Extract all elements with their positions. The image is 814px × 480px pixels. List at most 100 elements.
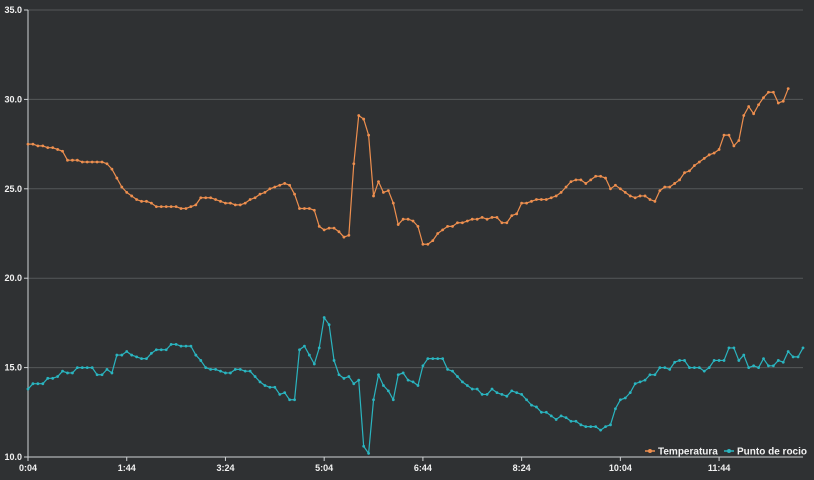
data-point-temperatura bbox=[174, 205, 178, 209]
data-point-punto-de-rocio bbox=[135, 355, 139, 359]
data-point-punto-de-rocio bbox=[683, 359, 686, 362]
data-point-temperatura bbox=[317, 224, 321, 228]
y-tick-label: 25.0 bbox=[4, 184, 22, 194]
data-point-temperatura bbox=[56, 148, 60, 151]
data-point-punto-de-rocio bbox=[303, 344, 306, 348]
data-point-temperatura bbox=[243, 201, 247, 205]
data-point-punto-de-rocio bbox=[678, 359, 681, 362]
data-point-punto-de-rocio bbox=[391, 398, 395, 402]
data-point-temperatura bbox=[268, 187, 272, 191]
data-point-temperatura bbox=[781, 99, 785, 103]
x-tick-label: 1:44 bbox=[118, 463, 136, 473]
data-point-temperatura bbox=[95, 160, 99, 164]
data-point-temperatura bbox=[396, 223, 400, 226]
data-point-punto-de-rocio bbox=[712, 359, 716, 362]
data-point-temperatura bbox=[238, 203, 242, 207]
data-point-punto-de-rocio bbox=[757, 366, 760, 369]
data-point-temperatura bbox=[164, 205, 168, 209]
data-point-punto-de-rocio bbox=[752, 364, 756, 368]
data-point-punto-de-rocio bbox=[589, 425, 593, 428]
data-point-punto-de-rocio bbox=[495, 391, 499, 395]
data-point-punto-de-rocio bbox=[243, 369, 247, 373]
data-point-punto-de-rocio bbox=[194, 353, 198, 357]
data-point-temperatura bbox=[628, 194, 632, 198]
data-point-temperatura bbox=[638, 194, 642, 198]
data-point-temperatura bbox=[697, 160, 701, 164]
data-point-punto-de-rocio bbox=[776, 359, 780, 362]
data-point-temperatura bbox=[125, 190, 129, 194]
data-point-punto-de-rocio bbox=[628, 391, 632, 395]
data-point-temperatura bbox=[298, 207, 301, 210]
data-point-temperatura bbox=[495, 216, 499, 219]
data-point-temperatura bbox=[327, 226, 331, 230]
data-point-punto-de-rocio bbox=[396, 373, 400, 377]
chart-background bbox=[0, 0, 814, 480]
data-point-temperatura bbox=[41, 144, 45, 148]
data-point-punto-de-rocio bbox=[717, 359, 721, 362]
data-point-punto-de-rocio bbox=[159, 348, 163, 352]
data-point-temperatura bbox=[189, 205, 193, 209]
data-point-temperatura bbox=[347, 233, 351, 237]
data-point-punto-de-rocio bbox=[406, 378, 410, 382]
data-point-punto-de-rocio bbox=[653, 373, 657, 377]
data-point-temperatura bbox=[707, 153, 711, 157]
data-point-temperatura bbox=[722, 133, 726, 137]
data-point-punto-de-rocio bbox=[436, 357, 440, 361]
data-point-punto-de-rocio bbox=[125, 350, 129, 353]
data-point-punto-de-rocio bbox=[781, 360, 785, 364]
data-point-punto-de-rocio bbox=[228, 371, 232, 375]
data-point-punto-de-rocio bbox=[312, 362, 316, 366]
data-point-temperatura bbox=[386, 189, 390, 192]
data-point-punto-de-rocio bbox=[732, 346, 736, 350]
data-point-temperatura bbox=[678, 178, 681, 182]
data-point-temperatura bbox=[737, 139, 741, 142]
x-tick-label: 5:04 bbox=[315, 463, 333, 473]
data-point-punto-de-rocio bbox=[90, 366, 94, 369]
data-point-temperatura bbox=[332, 226, 336, 230]
data-point-temperatura bbox=[253, 196, 257, 200]
data-point-punto-de-rocio bbox=[357, 378, 361, 382]
data-point-punto-de-rocio bbox=[184, 344, 188, 348]
data-point-temperatura bbox=[618, 187, 622, 191]
data-point-punto-de-rocio bbox=[618, 398, 622, 402]
data-point-temperatura bbox=[673, 182, 677, 185]
data-point-punto-de-rocio bbox=[204, 366, 208, 369]
data-point-punto-de-rocio bbox=[179, 344, 183, 348]
data-point-punto-de-rocio bbox=[549, 414, 553, 418]
data-point-punto-de-rocio bbox=[594, 425, 598, 428]
data-point-temperatura bbox=[209, 196, 213, 200]
data-point-punto-de-rocio bbox=[480, 393, 484, 396]
data-point-temperatura bbox=[322, 228, 326, 232]
data-point-punto-de-rocio bbox=[490, 387, 494, 391]
data-point-temperatura bbox=[31, 142, 35, 146]
data-point-temperatura bbox=[307, 207, 311, 210]
data-point-temperatura bbox=[441, 228, 445, 232]
data-point-punto-de-rocio bbox=[609, 423, 612, 427]
data-point-punto-de-rocio bbox=[599, 428, 603, 432]
data-point-temperatura bbox=[120, 185, 124, 189]
data-point-punto-de-rocio bbox=[485, 393, 489, 396]
data-point-temperatura bbox=[154, 205, 158, 209]
data-point-temperatura bbox=[145, 199, 148, 203]
data-point-punto-de-rocio bbox=[61, 369, 64, 373]
data-point-punto-de-rocio bbox=[307, 353, 311, 357]
data-point-punto-de-rocio bbox=[564, 416, 568, 420]
data-point-punto-de-rocio bbox=[66, 371, 69, 375]
data-point-punto-de-rocio bbox=[80, 366, 84, 369]
data-point-temperatura bbox=[614, 183, 617, 187]
data-point-temperatura bbox=[436, 232, 440, 235]
data-point-temperatura bbox=[683, 171, 686, 175]
data-point-punto-de-rocio bbox=[327, 323, 331, 327]
data-point-punto-de-rocio bbox=[367, 452, 371, 455]
data-point-punto-de-rocio bbox=[663, 366, 667, 369]
data-point-temperatura bbox=[747, 105, 751, 108]
data-point-punto-de-rocio bbox=[382, 384, 385, 387]
data-point-temperatura bbox=[530, 199, 533, 203]
data-point-punto-de-rocio bbox=[377, 373, 380, 377]
data-point-punto-de-rocio bbox=[150, 351, 153, 355]
data-point-temperatura bbox=[609, 187, 612, 191]
data-point-punto-de-rocio bbox=[693, 366, 696, 369]
data-point-temperatura bbox=[554, 194, 558, 198]
data-point-temperatura bbox=[377, 180, 380, 184]
data-point-punto-de-rocio bbox=[169, 342, 173, 346]
